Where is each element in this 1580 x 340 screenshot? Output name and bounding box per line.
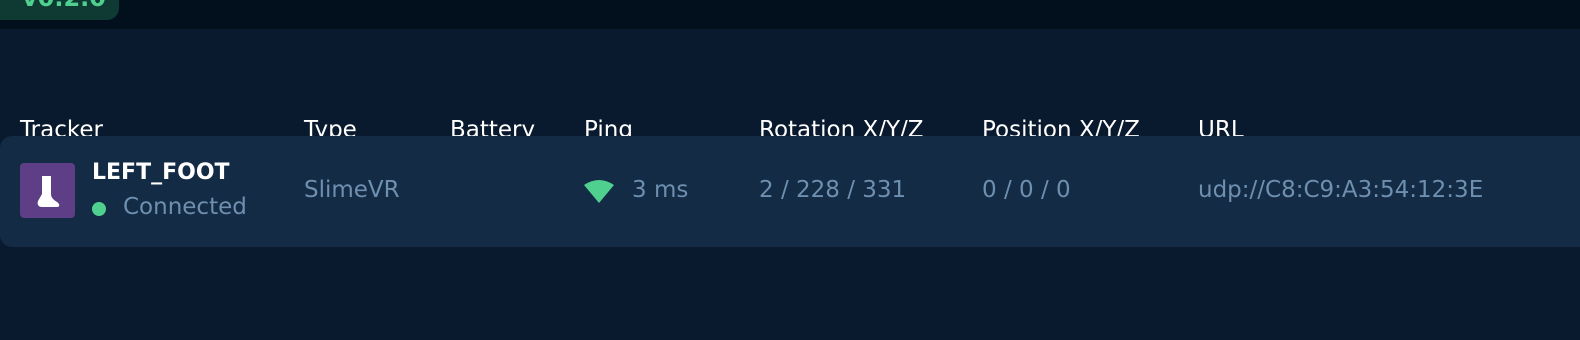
top-bar: v0.2.0	[0, 0, 1580, 29]
tracker-rotation: 2 / 228 / 331	[759, 177, 907, 203]
status-dot-icon	[92, 202, 106, 216]
wifi-icon	[583, 178, 615, 208]
version-badge: v0.2.0	[0, 0, 119, 20]
tracker-status: Connected	[123, 194, 247, 220]
tracker-url: udp://C8:C9:A3:54:12:3E	[1198, 177, 1484, 203]
foot-icon	[20, 163, 75, 218]
tracker-row[interactable]: LEFT_FOOT Connected SlimeVR 3 ms 2 / 228…	[0, 136, 1580, 247]
tracker-type: SlimeVR	[304, 177, 400, 203]
tracker-name: LEFT_FOOT	[92, 160, 230, 185]
tracker-position: 0 / 0 / 0	[982, 177, 1071, 203]
tracker-ping: 3 ms	[632, 177, 689, 203]
version-label: v0.2.0	[22, 0, 106, 10]
